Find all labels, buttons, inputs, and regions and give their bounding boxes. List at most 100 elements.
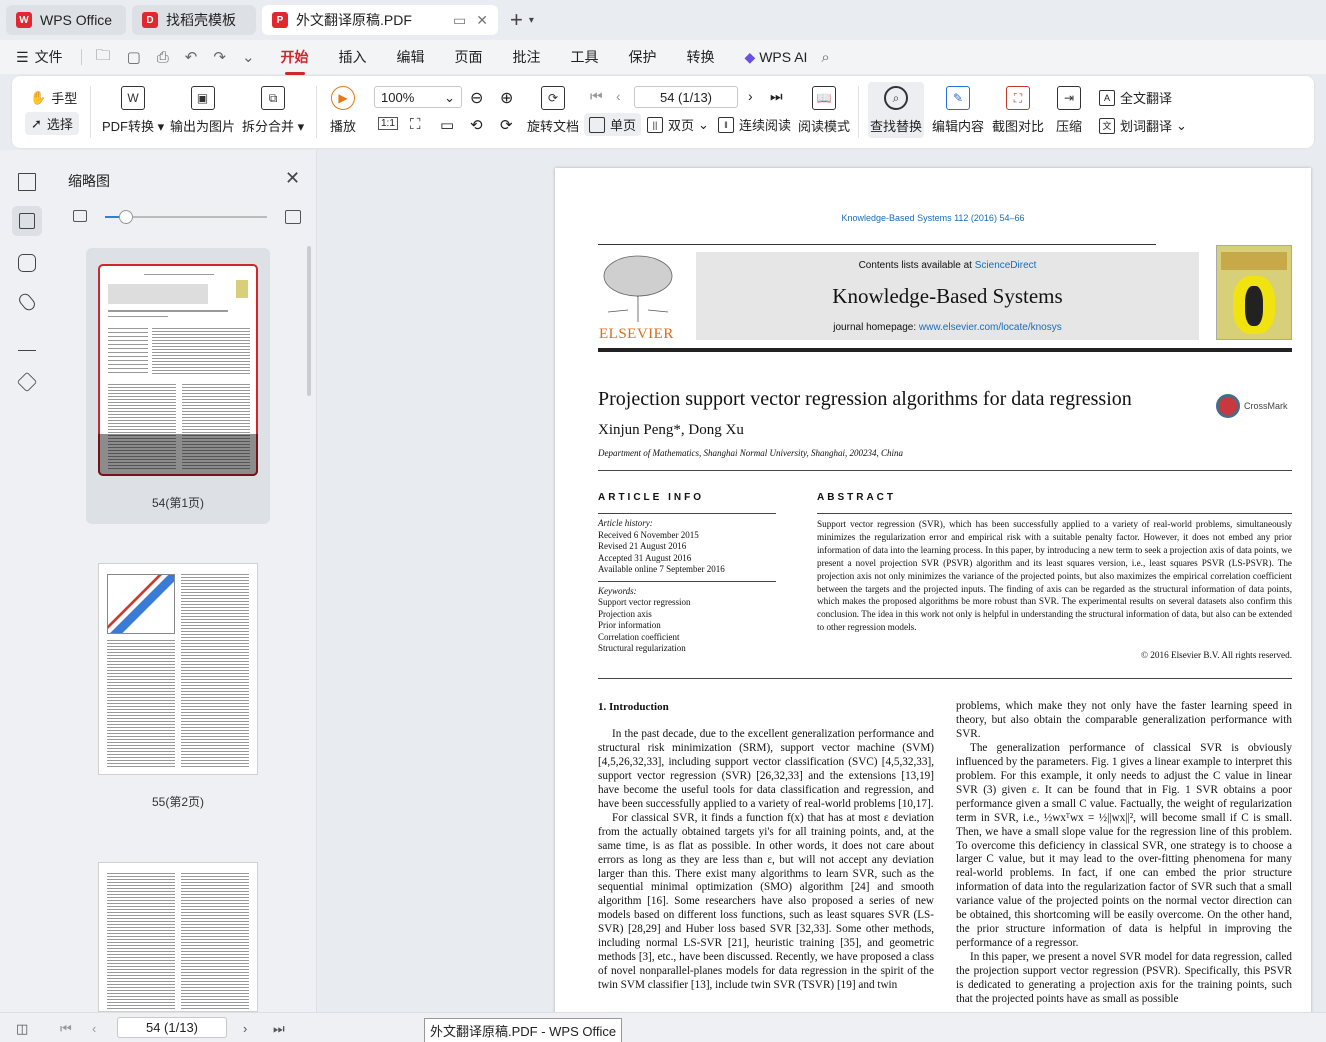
menu-tab-home[interactable]: 开始 (281, 47, 309, 75)
first-page-icon[interactable]: ⏮ (590, 88, 603, 105)
status-page-input[interactable]: 54 (1/13) (117, 1017, 227, 1038)
folder-icon[interactable]: 🗀 (96, 45, 111, 70)
sidebar-toggle-icon[interactable]: ◫ (16, 1021, 28, 1037)
pdf-convert-button[interactable]: W PDF转换 ▾ (102, 86, 164, 135)
small-thumbnail-icon[interactable] (73, 210, 87, 222)
keyword: Support vector regression (598, 597, 691, 607)
body-column-right[interactable]: problems, which make they not only have … (956, 700, 1292, 1007)
rotate-left-icon[interactable]: ⟲ (470, 116, 483, 134)
thumbnail-card[interactable] (86, 846, 270, 1012)
undo-icon[interactable]: ↶ (185, 48, 198, 66)
save-icon[interactable]: ▢ (127, 48, 141, 66)
page-number-input[interactable]: 54 (1/13) (634, 86, 738, 108)
actual-size-icon[interactable]: 1:1 (378, 117, 398, 130)
reading-mode-button[interactable]: 📖 阅读模式 (798, 86, 850, 135)
article-info[interactable]: Article history: Received 6 November 201… (598, 518, 776, 655)
menu-bar: ☰ 文件 🗀 ▢ ⎙ ↶ ↷ ⌄ 开始 插入 编辑 页面 批注 工具 保护 转换 … (0, 40, 1326, 75)
slider-handle[interactable] (119, 210, 133, 224)
new-tab-icon[interactable]: + (510, 7, 523, 33)
thumbnail-page-2[interactable] (98, 563, 258, 775)
thumbnail-icon (19, 213, 35, 229)
paper-title[interactable]: Projection support vector regression alg… (598, 388, 1132, 411)
thumbnail-page-3[interactable] (98, 862, 258, 1012)
last-page-icon[interactable]: ⏭ (273, 1021, 285, 1037)
split-merge-button[interactable]: ⧉ 拆分合并 ▾ (242, 86, 304, 135)
print-icon[interactable]: ⎙ (157, 49, 169, 66)
pdf-page[interactable]: Knowledge-Based Systems 112 (2016) 54–66… (555, 168, 1311, 1012)
continuous-reading-button[interactable]: ‖ 连续阅读 (718, 115, 791, 134)
word-translate-button[interactable]: 文 划词翻译 ⌄ (1099, 116, 1187, 135)
play-button[interactable]: ▶ 播放 (330, 86, 356, 135)
menu-tab-insert[interactable]: 插入 (339, 47, 367, 67)
close-tab-icon[interactable]: ✕ (476, 12, 488, 29)
menu-tab-convert[interactable]: 转换 (687, 47, 715, 67)
journal-citation[interactable]: Knowledge-Based Systems 112 (2016) 54–66 (555, 213, 1311, 223)
document-canvas[interactable]: Knowledge-Based Systems 112 (2016) 54–66… (318, 150, 1326, 1012)
signature-icon[interactable] (18, 333, 36, 351)
body-column-left[interactable]: In the past decade, due to the excellent… (598, 728, 934, 993)
zoom-out-icon[interactable]: ⊖ (470, 88, 483, 108)
zoom-select[interactable]: 100% ⌄ (374, 86, 462, 108)
file-menu[interactable]: ☰ 文件 (16, 47, 63, 67)
paragraph: problems, which make they not only have … (956, 700, 1292, 740)
menu-tab-page[interactable]: 页面 (455, 47, 483, 67)
edit-content-button[interactable]: ✎ 编辑内容 (932, 86, 984, 135)
first-page-icon[interactable]: ⏮ (60, 1021, 72, 1037)
tab-list-dropdown-icon[interactable]: ▾ (529, 15, 534, 26)
tab-pdf-document[interactable]: P 外文翻译原稿.PDF ▭ ✕ (262, 5, 498, 35)
authors[interactable]: Xinjun Peng*, Dong Xu (598, 422, 744, 439)
tab-docer-template[interactable]: D 找稻壳模板 (132, 5, 256, 35)
attachment-icon[interactable] (16, 291, 38, 313)
ribbon-toolbar: ✋ 手型 ➚ 选择 W PDF转换 ▾ ▣ 输出为图片 ⧉ 拆分合并 ▾ ▶ 播… (12, 76, 1314, 148)
find-replace-button[interactable]: ⌕ 查找替换 (868, 82, 924, 138)
thumbnail-panel-toggle[interactable] (12, 206, 42, 236)
fit-page-icon[interactable]: ⛶ (410, 116, 421, 133)
close-icon[interactable]: ✕ (285, 168, 300, 189)
prev-page-icon[interactable]: ‹ (616, 88, 621, 104)
select-tool-button[interactable]: ➚ 选择 (25, 112, 79, 135)
export-image-button[interactable]: ▣ 输出为图片 (170, 86, 235, 135)
hand-tool-button[interactable]: ✋ 手型 (30, 88, 77, 107)
pdf-convert-icon: W (121, 86, 146, 110)
section-heading[interactable]: 1. Introduction (598, 701, 669, 713)
menu-tab-protect[interactable]: 保护 (629, 47, 657, 67)
left-icon-rail (0, 150, 55, 1012)
homepage-link[interactable]: www.elsevier.com/locate/knosys (919, 322, 1062, 333)
redo-icon[interactable]: ↷ (213, 48, 226, 66)
menu-tab-edit[interactable]: 编辑 (397, 47, 425, 67)
sciencedirect-link[interactable]: ScienceDirect (975, 260, 1037, 271)
crossmark-badge[interactable]: CrossMark (1216, 394, 1288, 418)
abstract-text[interactable]: Support vector regression (SVR), which h… (817, 518, 1292, 634)
rotate-document-button[interactable]: ⟳ 旋转文档 (527, 86, 579, 135)
thumbnail-card[interactable]: 55(第2页) (86, 547, 270, 817)
double-page-button[interactable]: || 双页 ⌄ (647, 115, 709, 134)
more-dropdown-icon[interactable]: ⌄ (242, 48, 255, 66)
menu-tab-wps-ai[interactable]: ◆ WPS AI (745, 49, 808, 66)
thumbnail-card[interactable]: 54(第1页) (86, 248, 270, 524)
fit-width-icon[interactable]: ▭ (440, 116, 454, 134)
window-icon[interactable]: ▭ (453, 12, 466, 29)
compress-button[interactable]: ⇥ 压缩 (1056, 86, 1082, 135)
single-page-button[interactable]: 单页 (584, 113, 642, 136)
screenshot-compare-button[interactable]: ⛶ 截图对比 (992, 86, 1044, 135)
search-icon[interactable]: ⌕ (821, 49, 829, 66)
next-page-icon[interactable]: › (748, 88, 753, 104)
menu-tab-annotate[interactable]: 批注 (513, 47, 541, 67)
layers-icon[interactable] (16, 371, 38, 393)
thumbnail-scrollbar[interactable] (307, 246, 311, 396)
full-translate-button[interactable]: A 全文翻译 (1099, 88, 1172, 107)
next-page-icon[interactable]: › (243, 1021, 247, 1036)
comment-icon[interactable] (18, 254, 36, 272)
chevron-down-icon: ⌄ (1176, 117, 1187, 133)
bookmark-icon[interactable] (18, 173, 36, 191)
zoom-in-icon[interactable]: ⊕ (500, 88, 513, 108)
last-page-icon[interactable]: ⏭ (770, 88, 783, 105)
prev-page-icon[interactable]: ‹ (92, 1021, 96, 1036)
affiliation[interactable]: Department of Mathematics, Shanghai Norm… (598, 448, 903, 458)
menu-tab-tools[interactable]: 工具 (571, 47, 599, 67)
rotate-right-icon[interactable]: ⟳ (500, 116, 513, 134)
tab-wps-office[interactable]: W WPS Office (6, 5, 126, 35)
large-thumbnail-icon[interactable] (285, 210, 301, 224)
play-icon: ▶ (331, 86, 355, 110)
tab-label: 找稻壳模板 (166, 12, 236, 28)
